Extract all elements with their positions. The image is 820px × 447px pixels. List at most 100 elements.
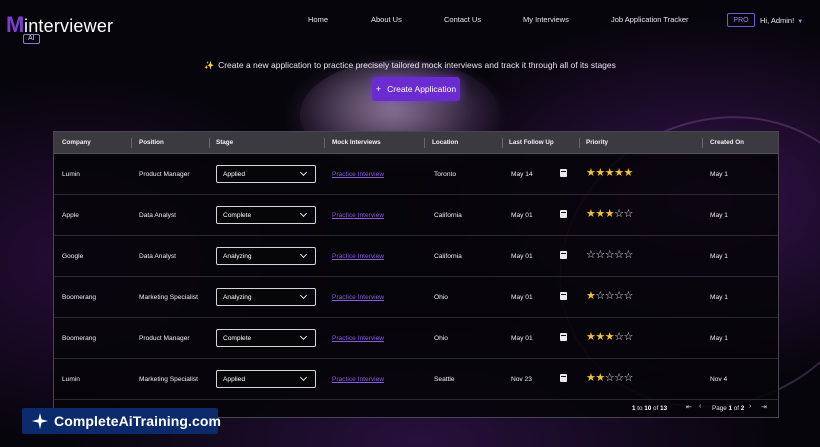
column-header-mock-interviews[interactable]: Mock Interviews — [332, 139, 381, 146]
pro-badge[interactable]: PRO — [727, 13, 755, 27]
column-divider[interactable] — [579, 138, 580, 148]
stage-select[interactable]: Applied — [216, 370, 316, 388]
priority-rating[interactable]: ☆☆☆☆☆ — [586, 249, 633, 261]
cell-company: Lumin — [62, 171, 80, 178]
star-empty-icon[interactable]: ☆ — [595, 290, 605, 302]
practice-interview-link[interactable]: Practice Interview — [332, 253, 384, 260]
table-row[interactable]: Boomerang Marketing Specialist Analyzing… — [54, 277, 778, 318]
star-filled-icon[interactable]: ★ — [605, 331, 615, 343]
column-header-last-follow-up[interactable]: Last Follow Up — [509, 139, 554, 146]
star-filled-icon[interactable]: ★ — [586, 372, 596, 384]
star-empty-icon[interactable]: ☆ — [624, 290, 634, 302]
column-divider[interactable] — [702, 138, 703, 148]
priority-rating[interactable]: ★★★★★ — [586, 167, 633, 179]
calendar-icon[interactable] — [560, 374, 567, 382]
user-menu[interactable]: Hi, Admin! ▼ — [760, 16, 803, 25]
star-empty-icon[interactable]: ☆ — [624, 249, 634, 261]
table-row[interactable]: Google Data Analyst Analyzing Practice I… — [54, 236, 778, 277]
star-empty-icon[interactable]: ☆ — [586, 249, 596, 261]
calendar-icon[interactable] — [560, 169, 567, 177]
star-filled-icon[interactable]: ★ — [624, 167, 634, 179]
last-page-icon[interactable]: ⇥ — [761, 403, 767, 411]
priority-rating[interactable]: ★★☆☆☆ — [586, 372, 633, 384]
priority-rating[interactable]: ★☆☆☆☆ — [586, 290, 633, 302]
column-header-location[interactable]: Location — [432, 139, 458, 146]
hero-tagline-text: Create a new application to practice pre… — [218, 60, 616, 70]
star-filled-icon[interactable]: ★ — [586, 208, 596, 220]
calendar-icon[interactable] — [560, 251, 567, 259]
star-filled-icon[interactable]: ★ — [605, 208, 615, 220]
star-filled-icon[interactable]: ★ — [586, 290, 596, 302]
range-to-word: to — [637, 405, 643, 412]
star-filled-icon[interactable]: ★ — [586, 331, 596, 343]
table-row[interactable]: Boomerang Product Manager Complete Pract… — [54, 318, 778, 359]
column-header-stage[interactable]: Stage — [216, 139, 233, 146]
page-word: Page — [712, 405, 727, 412]
cell-location: Ohio — [434, 294, 448, 301]
first-page-icon[interactable]: ⇤ — [686, 403, 692, 411]
star-empty-icon[interactable]: ☆ — [624, 372, 634, 384]
practice-interview-link[interactable]: Practice Interview — [332, 294, 384, 301]
practice-interview-link[interactable]: Practice Interview — [332, 171, 384, 178]
table-row[interactable]: Lumin Product Manager Applied Practice I… — [54, 154, 778, 195]
create-application-button[interactable]: + Create Application — [372, 77, 460, 101]
star-empty-icon[interactable]: ☆ — [605, 290, 615, 302]
column-header-created-on[interactable]: Created On — [710, 139, 744, 146]
star-empty-icon[interactable]: ☆ — [624, 208, 634, 220]
stage-select[interactable]: Complete — [216, 206, 316, 224]
cell-last-follow-up: May 01 — [511, 253, 533, 260]
column-divider[interactable] — [424, 138, 425, 148]
star-empty-icon[interactable]: ☆ — [614, 290, 624, 302]
star-filled-icon[interactable]: ★ — [595, 372, 605, 384]
calendar-icon[interactable] — [560, 210, 567, 218]
calendar-icon[interactable] — [560, 292, 567, 300]
column-header-company[interactable]: Company — [62, 139, 91, 146]
star-empty-icon[interactable]: ☆ — [614, 208, 624, 220]
star-filled-icon[interactable]: ★ — [605, 167, 615, 179]
star-filled-icon[interactable]: ★ — [595, 331, 605, 343]
priority-rating[interactable]: ★★★☆☆ — [586, 208, 633, 220]
star-filled-icon[interactable]: ★ — [595, 167, 605, 179]
column-divider[interactable] — [324, 138, 325, 148]
page-of-word: of — [733, 405, 739, 412]
stage-value: Analyzing — [223, 294, 252, 301]
star-empty-icon[interactable]: ☆ — [595, 249, 605, 261]
star-empty-icon[interactable]: ☆ — [624, 331, 634, 343]
range-to: 10 — [644, 405, 652, 412]
nav-link-my-interviews[interactable]: My Interviews — [523, 15, 569, 24]
watermark-text: CompleteAiTraining.com — [54, 413, 222, 429]
previous-page-icon[interactable]: ‹ — [699, 403, 701, 410]
column-header-priority[interactable]: Priority — [586, 139, 608, 146]
stage-select[interactable]: Applied — [216, 165, 316, 183]
practice-interview-link[interactable]: Practice Interview — [332, 212, 384, 219]
nav-link-about-us[interactable]: About Us — [371, 15, 402, 24]
nav-link-home[interactable]: Home — [308, 15, 328, 24]
plus-icon: + — [375, 84, 382, 94]
star-filled-icon[interactable]: ★ — [595, 208, 605, 220]
cell-company: Google — [62, 253, 84, 260]
star-filled-icon[interactable]: ★ — [586, 167, 596, 179]
stage-select[interactable]: Analyzing — [216, 288, 316, 306]
star-empty-icon[interactable]: ☆ — [614, 249, 624, 261]
practice-interview-link[interactable]: Practice Interview — [332, 335, 384, 342]
cell-location: California — [434, 253, 462, 260]
star-empty-icon[interactable]: ☆ — [614, 331, 624, 343]
star-empty-icon[interactable]: ☆ — [614, 372, 624, 384]
star-empty-icon[interactable]: ☆ — [605, 249, 615, 261]
nav-link-contact-us[interactable]: Contact Us — [444, 15, 481, 24]
star-empty-icon[interactable]: ☆ — [605, 372, 615, 384]
column-divider[interactable] — [131, 138, 132, 148]
calendar-icon[interactable] — [560, 333, 567, 341]
nav-link-job-application-tracker[interactable]: Job Application Tracker — [611, 15, 689, 24]
column-header-position[interactable]: Position — [139, 139, 164, 146]
priority-rating[interactable]: ★★★☆☆ — [586, 331, 633, 343]
table-row[interactable]: Apple Data Analyst Complete Practice Int… — [54, 195, 778, 236]
column-divider[interactable] — [209, 138, 210, 148]
column-divider[interactable] — [502, 138, 503, 148]
table-row[interactable]: Lumin Marketing Specialist Applied Pract… — [54, 359, 778, 400]
practice-interview-link[interactable]: Practice Interview — [332, 376, 384, 383]
stage-select[interactable]: Analyzing — [216, 247, 316, 265]
stage-select[interactable]: Complete — [216, 329, 316, 347]
next-page-icon[interactable]: › — [749, 403, 751, 410]
star-filled-icon[interactable]: ★ — [614, 167, 624, 179]
